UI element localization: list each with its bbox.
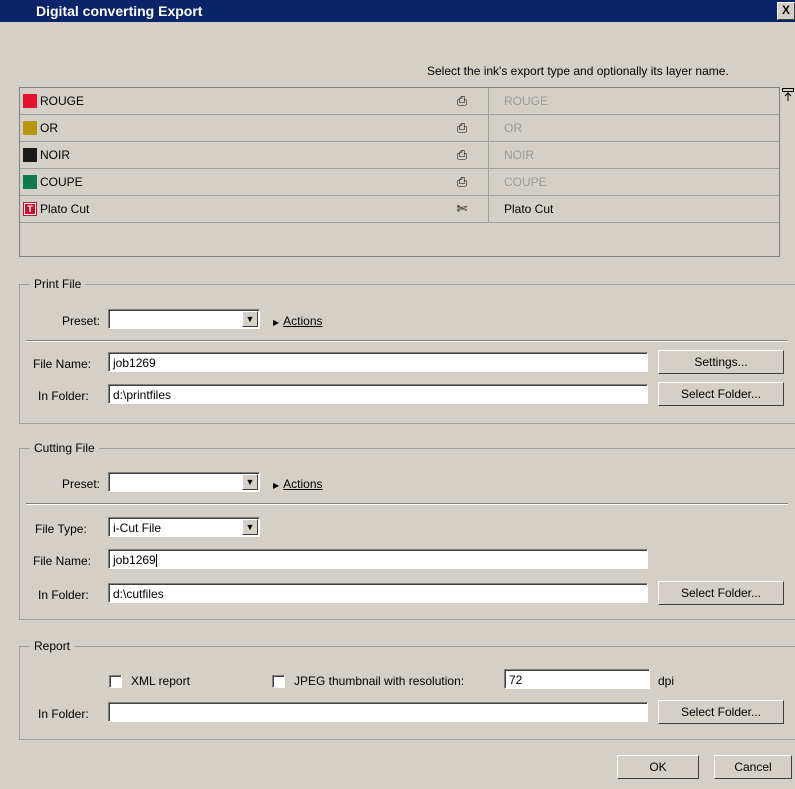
ink-row[interactable]: T Plato Cut ✄ Plato Cut (20, 196, 779, 223)
print-folder-label: In Folder: (38, 389, 89, 403)
report-folder-input[interactable] (108, 702, 648, 722)
cut-file-name-input[interactable]: job1269 (108, 549, 648, 569)
print-select-folder-button[interactable]: Select Folder... (658, 382, 784, 406)
ink-row[interactable]: COUPE ⎙ COUPE (20, 169, 779, 196)
title-bar: Digital converting Export X (0, 0, 795, 22)
column-separator (488, 115, 489, 141)
ink-row[interactable]: OR ⎙ OR (20, 115, 779, 142)
xml-report-label: XML report (131, 674, 190, 688)
report-select-folder-button[interactable]: Select Folder... (658, 700, 784, 724)
cut-folder-input[interactable]: d:\cutfiles (108, 583, 648, 603)
triangle-right-icon: ▶ (273, 318, 280, 327)
ink-name: NOIR (40, 148, 70, 162)
print-divider (26, 340, 788, 342)
window-title: Digital converting Export (36, 3, 203, 19)
cut-preset-label: Preset: (62, 477, 101, 491)
chevron-down-icon[interactable]: ▼ (242, 519, 258, 535)
ink-row[interactable]: ROUGE ⎙ ROUGE (20, 88, 779, 115)
ink-color-swatch (23, 121, 37, 135)
print-file-name-input[interactable]: job1269 (108, 352, 648, 372)
cut-preset-select[interactable]: ▼ (108, 472, 260, 492)
print-preset-label: Preset: (62, 314, 101, 328)
cut-divider (26, 503, 788, 505)
print-file-group: Print File Preset: ▼ ▶ Actions File Name:… (19, 277, 795, 424)
ink-name: OR (40, 121, 58, 135)
ink-row[interactable]: NOIR ⎙ NOIR (20, 142, 779, 169)
report-group: Report XML report JPEG thumbnail with re… (19, 639, 795, 740)
report-folder-label: In Folder: (38, 707, 89, 721)
close-button[interactable]: X (777, 2, 795, 20)
cut-ink-icon: T (23, 202, 37, 216)
report-label: Report (30, 639, 75, 653)
dpi-label: dpi (658, 674, 675, 688)
column-separator (488, 142, 489, 168)
printer-icon[interactable]: ⎙ (454, 147, 470, 163)
file-type-label: File Type: (35, 522, 87, 536)
print-actions-label: Actions (283, 314, 323, 328)
cut-actions-label: Actions (283, 477, 323, 491)
scissors-icon[interactable]: ✄ (454, 201, 470, 217)
printer-icon[interactable]: ⎙ (454, 93, 470, 109)
ink-hint-text: Select the ink's export type and optiona… (427, 64, 729, 78)
ok-button[interactable]: OK (617, 755, 699, 779)
settings-button[interactable]: Settings... (658, 350, 784, 374)
layer-name[interactable]: COUPE (504, 175, 547, 189)
jpeg-thumbnail-checkbox[interactable] (272, 675, 285, 688)
column-separator (488, 88, 489, 114)
triangle-right-icon: ▶ (273, 481, 280, 490)
resolution-input[interactable]: 72 (504, 669, 650, 689)
print-actions-link[interactable]: ▶ Actions (273, 314, 323, 328)
jpeg-thumbnail-label: JPEG thumbnail with resolution: (294, 674, 465, 688)
ink-name: Plato Cut (40, 202, 90, 216)
printer-icon[interactable]: ⎙ (454, 174, 470, 190)
ink-table: ROUGE ⎙ ROUGE OR ⎙ OR NOIR ⎙ NOIR COUPE ⎙ COUPE T Pla… (19, 87, 780, 257)
print-preset-select[interactable]: ▼ (108, 309, 260, 329)
layer-name[interactable]: OR (504, 121, 522, 135)
chevron-down-icon[interactable]: ▼ (242, 474, 258, 490)
ink-name: ROUGE (40, 94, 85, 108)
column-separator (488, 196, 489, 222)
ink-color-swatch (23, 148, 37, 162)
xml-report-checkbox[interactable] (109, 675, 122, 688)
cut-file-name-label: File Name: (33, 554, 92, 568)
cut-folder-label: In Folder: (38, 588, 89, 602)
chevron-down-icon[interactable]: ▼ (242, 311, 258, 327)
cutting-file-group: Cutting File Preset: ▼ ▶ Actions File Typ… (19, 441, 795, 620)
ink-color-swatch (23, 175, 37, 189)
cut-select-folder-button[interactable]: Select Folder... (658, 581, 784, 605)
print-file-label: Print File (30, 277, 86, 291)
layer-name[interactable]: NOIR (504, 148, 534, 162)
cancel-button[interactable]: Cancel (714, 755, 792, 779)
printer-icon[interactable]: ⎙ (454, 120, 470, 136)
file-type-value: i-Cut File (113, 521, 162, 535)
cut-file-name-value: job1269 (113, 553, 156, 567)
ink-color-swatch (23, 94, 37, 108)
file-type-select[interactable]: i-Cut File ▼ (108, 517, 260, 537)
layer-options-icon[interactable] (782, 88, 795, 102)
layer-name[interactable]: ROUGE (504, 94, 548, 108)
print-file-name-label: File Name: (33, 357, 92, 371)
column-separator (488, 169, 489, 195)
cutting-file-label: Cutting File (30, 441, 99, 455)
layer-name[interactable]: Plato Cut (504, 202, 553, 216)
text-caret (155, 554, 157, 568)
print-folder-input[interactable]: d:\printfiles (108, 384, 648, 404)
ink-name: COUPE (40, 175, 83, 189)
cut-actions-link[interactable]: ▶ Actions (273, 477, 323, 491)
